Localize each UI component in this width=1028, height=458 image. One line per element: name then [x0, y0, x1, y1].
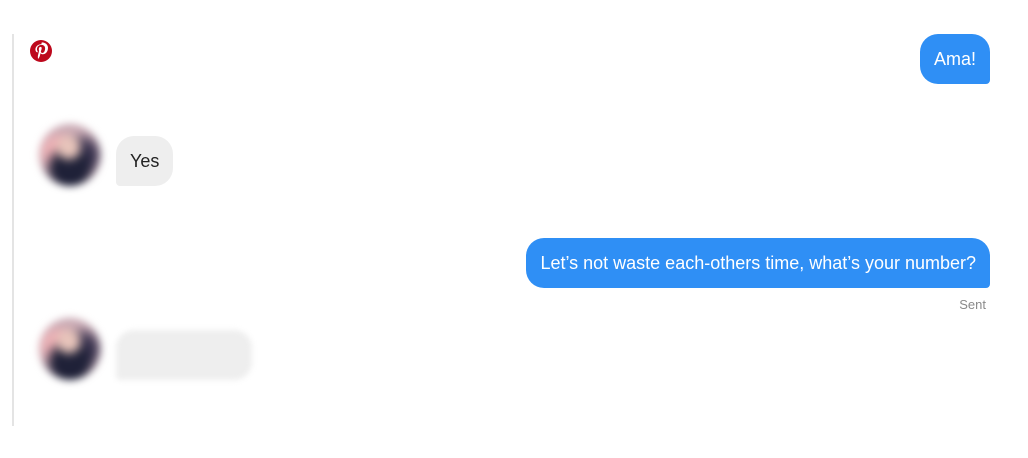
contact-avatar[interactable]: [39, 124, 101, 186]
message-text: Let’s not waste each-others time, what’s…: [540, 253, 976, 273]
pinterest-logo-graphic: [30, 40, 52, 62]
incoming-message-bubble[interactable]: Yes: [116, 136, 174, 186]
contact-avatar[interactable]: [39, 318, 101, 380]
message-text: Ama!: [933, 49, 976, 69]
message-status-sent: Sent: [959, 297, 986, 312]
outgoing-message-bubble[interactable]: Ama!: [919, 34, 990, 84]
left-divider: [12, 34, 14, 426]
pinterest-icon[interactable]: [30, 40, 52, 62]
outgoing-message-bubble[interactable]: Let’s not waste each-others time, what’s…: [526, 238, 990, 288]
incoming-message-bubble-blurred[interactable]: [116, 330, 252, 380]
message-text: Yes: [130, 151, 160, 171]
